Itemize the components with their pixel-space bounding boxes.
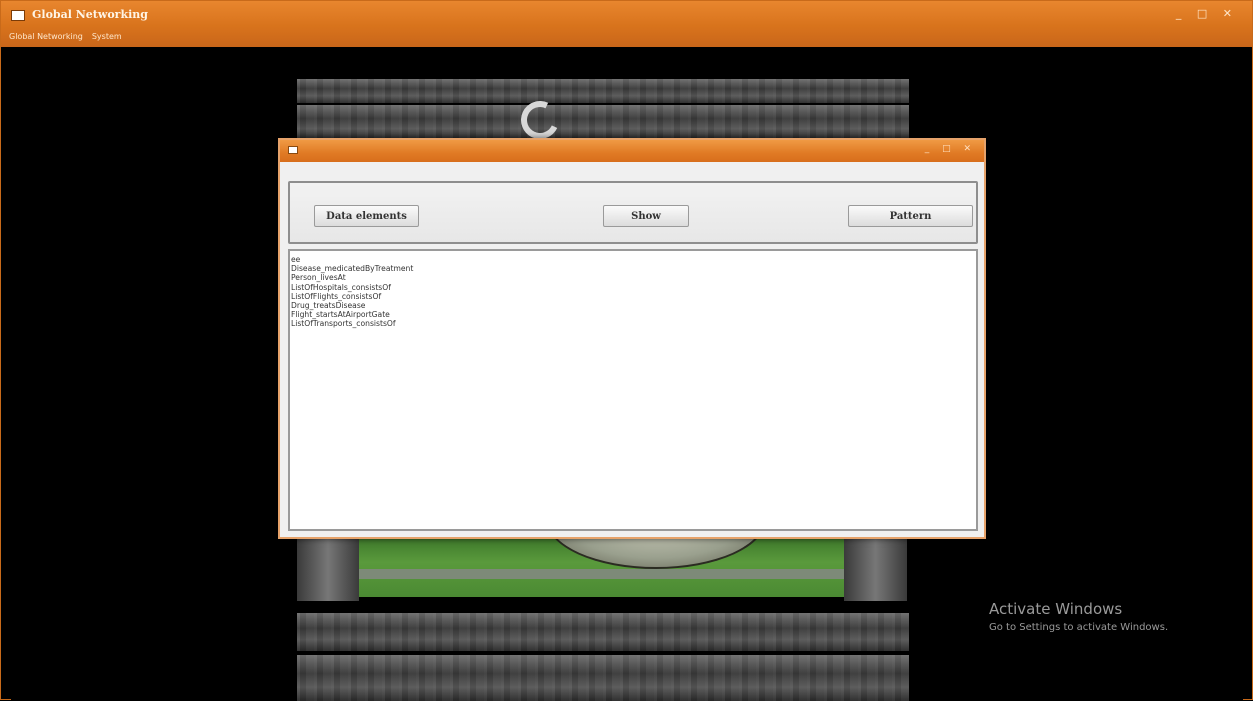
data-elements-button[interactable]: Data elements bbox=[314, 205, 419, 227]
list-item[interactable]: Person_livesAt bbox=[290, 273, 976, 282]
wood-post bbox=[297, 539, 359, 601]
pattern-button[interactable]: Pattern bbox=[848, 205, 973, 227]
show-button[interactable]: Show bbox=[603, 205, 689, 227]
list-item[interactable]: Flight_startsAtAirportGate bbox=[290, 310, 976, 319]
data-list[interactable]: ee Disease_medicatedByTreatment Person_l… bbox=[288, 249, 978, 531]
list-item[interactable]: ListOfTransports_consistsOf bbox=[290, 319, 976, 328]
main-titlebar[interactable]: Global Networking _ □ ✕ Global Networkin… bbox=[1, 1, 1252, 47]
activate-windows-watermark: Activate Windows Go to Settings to activ… bbox=[989, 600, 1168, 633]
data-dialog: _ □ ✕ Data elements Show Pattern ee Dise… bbox=[278, 138, 986, 539]
list-item[interactable]: Drug_treatsDisease bbox=[290, 301, 976, 310]
window-controls[interactable]: _ □ ✕ bbox=[1176, 7, 1238, 20]
watermark-subtitle: Go to Settings to activate Windows. bbox=[989, 622, 1169, 633]
menu-system[interactable]: System bbox=[92, 32, 122, 46]
wood-plank bbox=[297, 105, 909, 139]
list-item[interactable]: Disease_medicatedByTreatment bbox=[290, 264, 976, 273]
list-item[interactable]: ee bbox=[290, 255, 976, 264]
dialog-titlebar[interactable]: _ □ ✕ bbox=[280, 140, 984, 162]
wood-plank bbox=[297, 613, 909, 651]
list-item[interactable]: ListOfHospitals_consistsOf bbox=[290, 283, 976, 292]
road-image bbox=[359, 569, 844, 579]
menu-global-networking[interactable]: Global Networking bbox=[9, 32, 83, 46]
main-window: Global Networking _ □ ✕ Global Networkin… bbox=[0, 0, 1253, 701]
wood-post bbox=[844, 539, 907, 601]
watermark-title: Activate Windows bbox=[989, 600, 1123, 618]
dialog-icon bbox=[288, 146, 298, 154]
dialog-window-controls[interactable]: _ □ ✕ bbox=[925, 144, 976, 154]
button-panel: Data elements Show Pattern bbox=[288, 181, 978, 244]
wood-plank bbox=[297, 79, 909, 103]
window-title: Global Networking bbox=[32, 8, 148, 21]
wood-plank bbox=[297, 655, 909, 701]
list-item[interactable]: ListOfFlights_consistsOf bbox=[290, 292, 976, 301]
menubar: Global Networking System bbox=[9, 32, 122, 46]
app-icon bbox=[11, 10, 25, 21]
